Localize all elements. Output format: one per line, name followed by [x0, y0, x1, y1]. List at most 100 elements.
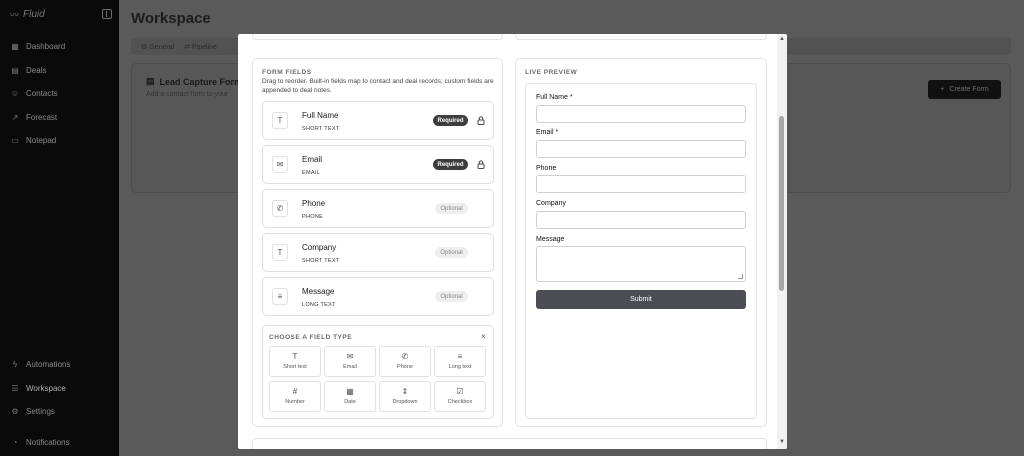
sidebar-item-label: Settings: [26, 406, 55, 416]
scroll-down-arrow-icon[interactable]: ▼: [779, 439, 785, 445]
field-row-full-name[interactable]: T Full Name SHORT TEXT Required: [262, 101, 494, 140]
long-text-icon: ≡: [272, 288, 288, 305]
scroll-up-arrow-icon[interactable]: ▲: [779, 36, 785, 42]
lead-capture-title-text: Lead Capture Form: [159, 76, 243, 87]
sidebar-item-label: Notepad: [26, 135, 57, 145]
required-badge[interactable]: Required: [433, 115, 468, 126]
preview-full-name-input[interactable]: [536, 105, 746, 123]
preview-label-company: Company: [536, 200, 566, 207]
preview-label-phone: Phone: [536, 165, 557, 172]
form-builder-modal: FORM FIELDS Drag to reorder. Built-in fi…: [238, 34, 787, 449]
field-name: Phone: [302, 199, 326, 208]
type-button-short-text[interactable]: T Short text: [269, 346, 321, 377]
optional-badge[interactable]: Optional: [435, 291, 468, 302]
type-label: Date: [344, 399, 356, 405]
preview-email-input[interactable]: [536, 140, 746, 158]
optional-badge[interactable]: Optional: [435, 203, 468, 214]
sidebar-collapse-icon[interactable]: [102, 9, 112, 19]
preview-company-input[interactable]: [536, 211, 746, 229]
type-button-dropdown[interactable]: ⇕ Dropdown: [379, 381, 431, 412]
checkbox-icon: ☑: [456, 387, 464, 396]
required-badge[interactable]: Required: [433, 159, 468, 170]
form-fields-panel: FORM FIELDS Drag to reorder. Built-in fi…: [252, 58, 503, 427]
sidebar-item-label: Forecast: [26, 112, 58, 122]
text-icon: T: [272, 244, 288, 261]
lead-capture-title: ▤ Lead Capture Form: [146, 76, 242, 87]
sidebar-item-label: Dashboard: [26, 41, 66, 51]
type-label: Phone: [397, 364, 413, 370]
calendar-icon: ▦: [346, 387, 354, 396]
form-fields-description: Drag to reorder. Built-in fields map to …: [262, 78, 494, 94]
field-name: Full Name: [302, 111, 339, 120]
sidebar-item-contacts[interactable]: ☺ Contacts: [10, 88, 58, 98]
sidebar-item-automations[interactable]: ϟ Automations: [10, 359, 71, 369]
mail-icon: ✉: [346, 352, 354, 361]
field-name: Company: [302, 243, 337, 252]
section-edge-right: [515, 34, 767, 40]
sidebar-item-workspace[interactable]: ☰ Workspace: [10, 383, 66, 393]
chooser-title: CHOOSE A FIELD TYPE: [269, 334, 353, 341]
phone-icon: ✆: [272, 200, 288, 217]
sliders-icon: ☰: [11, 383, 19, 393]
field-type-chooser: CHOOSE A FIELD TYPE × T Short text ✉ Ema…: [262, 325, 494, 419]
type-button-checkbox[interactable]: ☑ Checkbox: [434, 381, 486, 412]
dropdown-icon: ⇕: [401, 387, 409, 396]
type-button-long-text[interactable]: ≡ Long text: [434, 346, 486, 377]
sidebar-item-dashboard[interactable]: ▦ Dashboard: [10, 41, 65, 51]
type-button-email[interactable]: ✉ Email: [324, 346, 376, 377]
sidebar-item-notifications[interactable]: ◔ Notifications: [10, 437, 70, 447]
modal-scrollbar[interactable]: ▲ ▼: [777, 34, 787, 449]
users-icon: ☺: [10, 88, 20, 98]
document-icon: ▤: [146, 76, 155, 86]
sidebar-item-settings[interactable]: ⚙ Settings: [10, 406, 55, 416]
sidebar-item-notepad[interactable]: ▭ Notepad: [10, 135, 56, 145]
deals-icon: ▤: [11, 65, 19, 75]
type-label: Number: [285, 399, 305, 405]
field-type: SHORT TEXT: [302, 126, 340, 132]
preview-label-full-name: Full Name *: [536, 94, 573, 101]
scrollbar-thumb[interactable]: [779, 116, 784, 291]
type-button-date[interactable]: ▦ Date: [324, 381, 376, 412]
lead-capture-subtitle: Add a contact form to your: [146, 91, 229, 98]
sidebar-item-label: Automations: [26, 359, 71, 369]
lock-icon: [477, 116, 485, 125]
optional-badge[interactable]: Optional: [435, 247, 468, 258]
sidebar-item-label: Contacts: [26, 88, 58, 98]
bolt-icon: ϟ: [12, 359, 18, 369]
tab-general[interactable]: ⚙ General: [141, 43, 174, 51]
type-label: Email: [343, 364, 357, 370]
field-row-phone[interactable]: ✆ Phone PHONE Optional: [262, 189, 494, 228]
type-label: Checkbox: [447, 399, 473, 405]
sidebar-item-deals[interactable]: ▤ Deals: [10, 65, 46, 75]
section-edge-left: [252, 34, 503, 40]
create-form-button[interactable]: + Create Form: [928, 80, 1001, 99]
field-type: SHORT TEXT: [302, 258, 340, 264]
type-button-number[interactable]: # Number: [269, 381, 321, 412]
brand-logo: 〰 Fluid: [10, 8, 45, 21]
preview-phone-input[interactable]: [536, 175, 746, 193]
field-row-message[interactable]: ≡ Message LONG TEXT Optional: [262, 277, 494, 316]
gear-icon: ⚙: [11, 406, 19, 416]
sidebar: 〰 Fluid ▦ Dashboard ▤ Deals ☺ Contacts ↗…: [0, 0, 119, 456]
lock-icon: [477, 160, 485, 169]
plus-icon: +: [940, 86, 945, 93]
note-icon: ▭: [11, 135, 19, 145]
preview-submit-button[interactable]: Submit: [536, 290, 746, 309]
preview-message-textarea[interactable]: [536, 246, 746, 282]
wave-icon: 〰: [10, 10, 20, 20]
type-button-phone[interactable]: ✆ Phone: [379, 346, 431, 377]
tab-pipeline[interactable]: ⇄ Pipeline: [184, 43, 217, 51]
sidebar-item-label: Notifications: [26, 437, 70, 447]
phone-icon: ✆: [401, 352, 409, 361]
field-row-company[interactable]: T Company SHORT TEXT Optional: [262, 233, 494, 272]
sidebar-item-label: Workspace: [26, 383, 66, 393]
close-icon[interactable]: ×: [481, 332, 486, 341]
sidebar-item-forecast[interactable]: ↗ Forecast: [10, 112, 57, 122]
live-preview-heading: LIVE PREVIEW: [525, 69, 578, 76]
field-type: EMAIL: [302, 170, 321, 176]
field-type: LONG TEXT: [302, 302, 336, 308]
preview-label-message: Message: [536, 236, 565, 243]
tab-label: Pipeline: [191, 43, 217, 51]
form-fields-heading: FORM FIELDS: [262, 69, 312, 76]
field-row-email[interactable]: ✉ Email EMAIL Required: [262, 145, 494, 184]
